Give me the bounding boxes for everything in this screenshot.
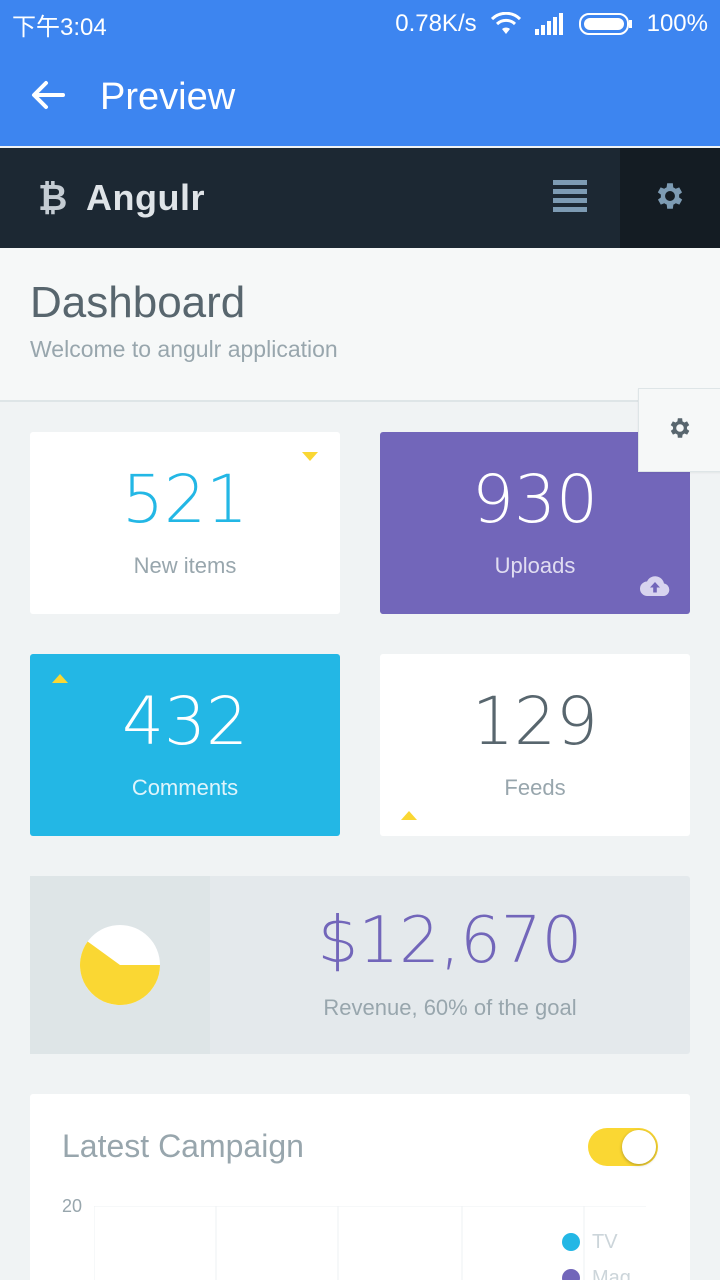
brand-link[interactable]: ₿ Angulr: [0, 177, 520, 219]
legend-dot: [562, 1233, 580, 1251]
theme-settings-button[interactable]: [638, 388, 720, 472]
y-axis-tick: 20: [62, 1196, 83, 1216]
stat-label: Feeds: [504, 775, 566, 800]
caret-down-icon: [302, 452, 318, 461]
network-speed: 0.78K/s: [395, 10, 477, 37]
stat-value: 930: [472, 461, 598, 538]
battery-icon: [578, 12, 633, 36]
battery-level: 100%: [646, 10, 708, 37]
caret-up-icon: [401, 811, 417, 820]
bitcoin-icon: ₿: [38, 177, 68, 218]
header-settings-button[interactable]: [620, 148, 720, 248]
revenue-panel: $12,670 Revenue, 60% of the goal: [30, 876, 690, 1054]
page-title: Dashboard: [30, 278, 246, 327]
status-bar: 下午3:04 0.78K/s 100%: [0, 0, 720, 48]
menu-icon: [553, 179, 587, 217]
stat-value: 432: [122, 683, 248, 760]
chart-legend: TV Mag: [562, 1224, 631, 1280]
toggle-knob: [622, 1130, 656, 1164]
menu-toggle-button[interactable]: [520, 148, 620, 248]
status-indicators: 0.78K/s 100%: [395, 10, 708, 38]
legend-dot: [562, 1269, 580, 1280]
stat-label: New items: [133, 553, 237, 578]
legend-item-mag[interactable]: Mag: [562, 1260, 631, 1280]
wifi-icon: [490, 12, 521, 36]
gear-icon: [653, 179, 687, 218]
stat-tile-comments[interactable]: 432 Comments: [30, 654, 340, 836]
revenue-caption: Revenue, 60% of the goal: [323, 995, 577, 1020]
caret-up-icon: [52, 674, 68, 683]
cloud-upload-icon: [639, 575, 670, 602]
gear-icon: [667, 415, 693, 446]
back-button[interactable]: [0, 48, 96, 146]
legend-label: TV: [592, 1230, 618, 1253]
stat-tile-new-items[interactable]: 521 New items: [30, 432, 340, 614]
app-bar: Preview: [0, 48, 720, 146]
app-bar-title: Preview: [100, 75, 236, 118]
page-header: Dashboard Welcome to angulr application: [0, 248, 720, 402]
site-header: ₿ Angulr: [0, 148, 720, 248]
status-time: 下午3:04: [12, 13, 107, 41]
stat-label: Comments: [131, 775, 239, 800]
signal-icon: [534, 13, 565, 35]
campaign-title: Latest Campaign: [62, 1128, 304, 1164]
stat-label: Uploads: [494, 553, 576, 578]
revenue-amount: $12,670: [317, 904, 583, 978]
legend-item-tv[interactable]: TV: [562, 1224, 631, 1260]
page-subtitle: Welcome to angulr application: [30, 336, 338, 362]
stat-tile-feeds[interactable]: 129 Feeds: [380, 654, 690, 836]
brand-name: Angulr: [86, 177, 205, 218]
pie-chart-icon: [80, 925, 160, 1005]
stat-value: 521: [122, 461, 248, 538]
revenue-pie-chart: [30, 876, 210, 1054]
legend-label: Mag: [592, 1266, 631, 1280]
campaign-panel: Latest Campaign 20 TV Mag: [30, 1094, 690, 1280]
back-arrow-icon: [31, 80, 65, 115]
campaign-toggle[interactable]: [588, 1128, 658, 1166]
stat-value: 129: [472, 683, 598, 760]
